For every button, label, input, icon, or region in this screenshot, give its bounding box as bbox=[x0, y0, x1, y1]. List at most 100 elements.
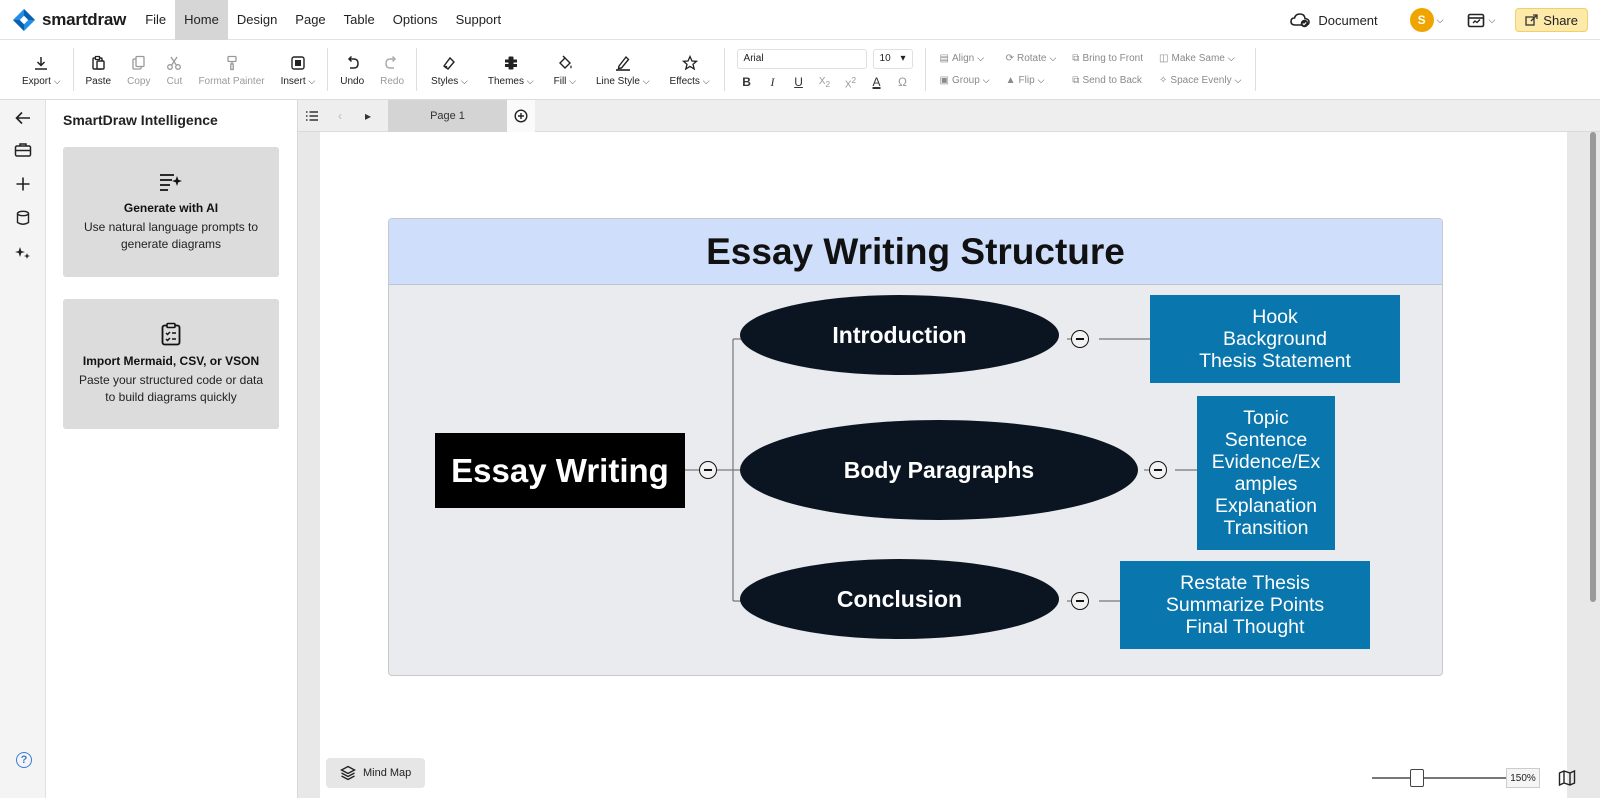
font-size-select[interactable]: 10 ▾ bbox=[872, 48, 913, 69]
export-button[interactable]: Export ⌵ bbox=[14, 40, 69, 99]
app-window: smartdraw File Home Design Page Table Op… bbox=[0, 0, 1600, 798]
drawing-page[interactable]: Essay Writing Structure Essay Writing In… bbox=[320, 132, 1567, 798]
back-arrow-icon[interactable] bbox=[13, 108, 33, 128]
rotate-icon: ⟳ bbox=[1005, 53, 1014, 64]
send-to-back-button[interactable]: ⧉ Send to Back bbox=[1072, 70, 1143, 92]
generate-ai-card[interactable]: Generate with AI Use natural language pr… bbox=[63, 147, 279, 277]
italic-button[interactable]: I bbox=[763, 75, 783, 90]
import-card[interactable]: Import Mermaid, CSV, or VSON Paste your … bbox=[63, 299, 279, 429]
toolbox-icon[interactable] bbox=[13, 140, 33, 160]
redo-label: Redo bbox=[380, 75, 405, 87]
make-same-button[interactable]: ◫ Make Same ⌵ bbox=[1159, 48, 1241, 70]
redo-button[interactable]: Redo bbox=[372, 40, 412, 99]
share-label: Share bbox=[1543, 12, 1578, 28]
menu-design[interactable]: Design bbox=[228, 0, 286, 40]
cut-button[interactable]: Cut bbox=[158, 40, 190, 99]
app-name: smartdraw bbox=[42, 9, 127, 29]
document-label: Document bbox=[1318, 12, 1378, 28]
subscript-button[interactable]: X2 bbox=[815, 76, 835, 89]
next-page-icon[interactable]: ▸ bbox=[354, 100, 382, 132]
collapse-toggle-icon[interactable] bbox=[1149, 461, 1167, 479]
copy-button[interactable]: Copy bbox=[119, 40, 158, 99]
card-description: Paste your structured code or data to bu… bbox=[78, 373, 264, 404]
space-evenly-button[interactable]: ✧ Space Evenly ⌵ bbox=[1159, 70, 1241, 92]
zoom-slider-thumb[interactable] bbox=[1410, 769, 1424, 787]
tab-page-1[interactable]: Page 1 bbox=[388, 99, 507, 132]
bold-button[interactable]: B bbox=[737, 75, 757, 89]
group-label: Group bbox=[951, 75, 980, 86]
styles-label: Styles bbox=[431, 75, 459, 87]
menu-support[interactable]: Support bbox=[447, 0, 511, 40]
calendar-menu[interactable]: ⌵ bbox=[1467, 12, 1495, 28]
menu-options[interactable]: Options bbox=[384, 0, 447, 40]
database-icon[interactable] bbox=[13, 208, 33, 228]
collapse-toggle-icon[interactable] bbox=[1071, 592, 1089, 610]
clipboard-check-icon bbox=[161, 322, 181, 346]
avatar: S bbox=[1409, 8, 1434, 32]
smartdraw-logo-icon bbox=[13, 8, 35, 31]
detail-introduction[interactable]: Hook Background Thesis Statement bbox=[1150, 295, 1400, 383]
branch-body-paragraphs[interactable]: Body Paragraphs bbox=[740, 420, 1138, 520]
bring-to-front-button[interactable]: ⧉ Bring to Front bbox=[1072, 48, 1143, 70]
paint-bucket-icon bbox=[558, 55, 572, 69]
detail-line: Evidence/Ex bbox=[1211, 451, 1321, 473]
mind-map-template-button[interactable]: Mind Map bbox=[326, 758, 426, 788]
map-icon[interactable] bbox=[1558, 769, 1576, 792]
ai-sparkle-icon[interactable] bbox=[13, 242, 33, 262]
vertical-scrollbar[interactable] bbox=[1590, 132, 1596, 602]
themes-label: Themes bbox=[487, 75, 524, 87]
prev-page-icon[interactable]: ‹ bbox=[326, 100, 354, 132]
undo-icon bbox=[348, 55, 359, 69]
font-family-select[interactable]: Arial bbox=[736, 48, 867, 69]
menu-home[interactable]: Home bbox=[175, 0, 228, 40]
chevron-down-icon: ⌵ bbox=[1436, 14, 1444, 25]
flip-button[interactable]: ▲ Flip ⌵ bbox=[1006, 70, 1057, 92]
menu-page[interactable]: Page bbox=[286, 0, 334, 40]
line-style-button[interactable]: Line Style ⌵ bbox=[586, 40, 660, 99]
user-menu[interactable]: S ⌵ bbox=[1409, 8, 1444, 32]
rotate-button[interactable]: ⟳ Rotate ⌵ bbox=[1006, 48, 1057, 70]
canvas-area: ‹ ▸ Page 1 Essay Writing Structure Essay… bbox=[298, 99, 1600, 798]
branch-conclusion[interactable]: Conclusion bbox=[740, 559, 1059, 639]
mind-map-diagram[interactable]: Essay Writing Structure Essay Writing In… bbox=[388, 218, 1443, 676]
add-page-icon[interactable] bbox=[507, 99, 535, 132]
root-node[interactable]: Essay Writing bbox=[435, 433, 685, 508]
themes-button[interactable]: Themes ⌵ bbox=[478, 40, 544, 99]
menu-table[interactable]: Table bbox=[335, 0, 384, 40]
format-painter-button[interactable]: Format Painter bbox=[190, 40, 272, 99]
detail-line: Explanation bbox=[1215, 495, 1317, 517]
page-list-icon[interactable] bbox=[298, 100, 326, 132]
undo-button[interactable]: Undo bbox=[332, 40, 372, 99]
copy-icon bbox=[132, 55, 145, 70]
document-button[interactable]: Document bbox=[1290, 12, 1378, 28]
help-icon[interactable]: ? bbox=[16, 752, 32, 768]
plus-icon[interactable] bbox=[13, 174, 33, 194]
detail-body-paragraphs[interactable]: Topic Sentence Evidence/Ex amples Explan… bbox=[1197, 396, 1335, 550]
effects-button[interactable]: Effects ⌵ bbox=[660, 40, 720, 99]
styles-button[interactable]: Styles ⌵ bbox=[421, 40, 478, 99]
zoom-slider-track[interactable] bbox=[1372, 777, 1507, 779]
bring-to-front-icon: ⧉ bbox=[1072, 53, 1080, 64]
collapse-toggle-icon[interactable] bbox=[1071, 330, 1089, 348]
superscript-button[interactable]: X2 bbox=[841, 75, 861, 90]
menu-file[interactable]: File bbox=[136, 0, 175, 40]
paste-button[interactable]: Paste bbox=[78, 40, 120, 99]
share-button[interactable]: Share bbox=[1515, 8, 1588, 32]
arrange-controls: ▤ Align ⌵ ⟳ Rotate ⌵ ⧉ Bring to Front ◫ Make S… bbox=[930, 40, 1252, 99]
logo[interactable]: smartdraw bbox=[12, 8, 126, 32]
caret-down-icon: ▾ bbox=[900, 52, 906, 64]
fill-button[interactable]: Fill ⌵ bbox=[544, 40, 586, 99]
rotate-label: Rotate bbox=[1017, 53, 1047, 64]
themes-icon bbox=[504, 56, 517, 69]
align-button[interactable]: ▤ Align ⌵ bbox=[940, 48, 990, 70]
detail-conclusion[interactable]: Restate Thesis Summarize Points Final Th… bbox=[1120, 561, 1370, 649]
zoom-level[interactable]: 150% bbox=[1506, 768, 1540, 788]
collapse-toggle-icon[interactable] bbox=[699, 461, 717, 479]
insert-button[interactable]: Insert ⌵ bbox=[273, 40, 324, 99]
underline-button[interactable]: U bbox=[789, 75, 809, 89]
card-description: Use natural language prompts to generate… bbox=[83, 220, 259, 251]
text-color-button[interactable]: A bbox=[867, 75, 887, 89]
special-character-button[interactable]: Ω bbox=[893, 75, 913, 89]
branch-introduction[interactable]: Introduction bbox=[740, 295, 1059, 375]
group-button[interactable]: ▣ Group ⌵ bbox=[940, 70, 990, 92]
